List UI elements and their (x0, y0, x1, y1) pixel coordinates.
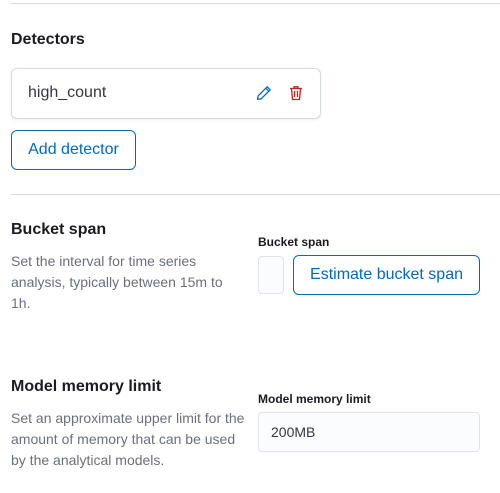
add-detector-button[interactable]: Add detector (11, 130, 136, 170)
top-divider (11, 3, 500, 4)
delete-detector-button[interactable] (286, 83, 306, 103)
model-memory-description: Set an approximate upper limit for the a… (11, 410, 245, 468)
model-memory-input[interactable] (258, 412, 480, 452)
job-settings-page: Detectors high_count Add detector Bucket… (0, 0, 500, 493)
detector-name: high_count (28, 84, 107, 101)
section-divider (11, 194, 500, 195)
bucket-span-title: Bucket span (11, 221, 107, 238)
detectors-title: Detectors (11, 31, 85, 48)
bucket-span-label: Bucket span (258, 235, 330, 249)
bucket-span-input[interactable] (258, 256, 284, 294)
detector-card: high_count (11, 68, 321, 119)
trash-icon (290, 86, 302, 101)
bucket-span-description: Set the interval for time series analysi… (11, 253, 223, 311)
estimate-bucket-span-button[interactable]: Estimate bucket span (293, 255, 480, 295)
edit-detector-button[interactable] (254, 83, 274, 103)
model-memory-label: Model memory limit (258, 392, 371, 406)
pencil-icon (256, 86, 271, 101)
model-memory-title: Model memory limit (11, 378, 162, 395)
